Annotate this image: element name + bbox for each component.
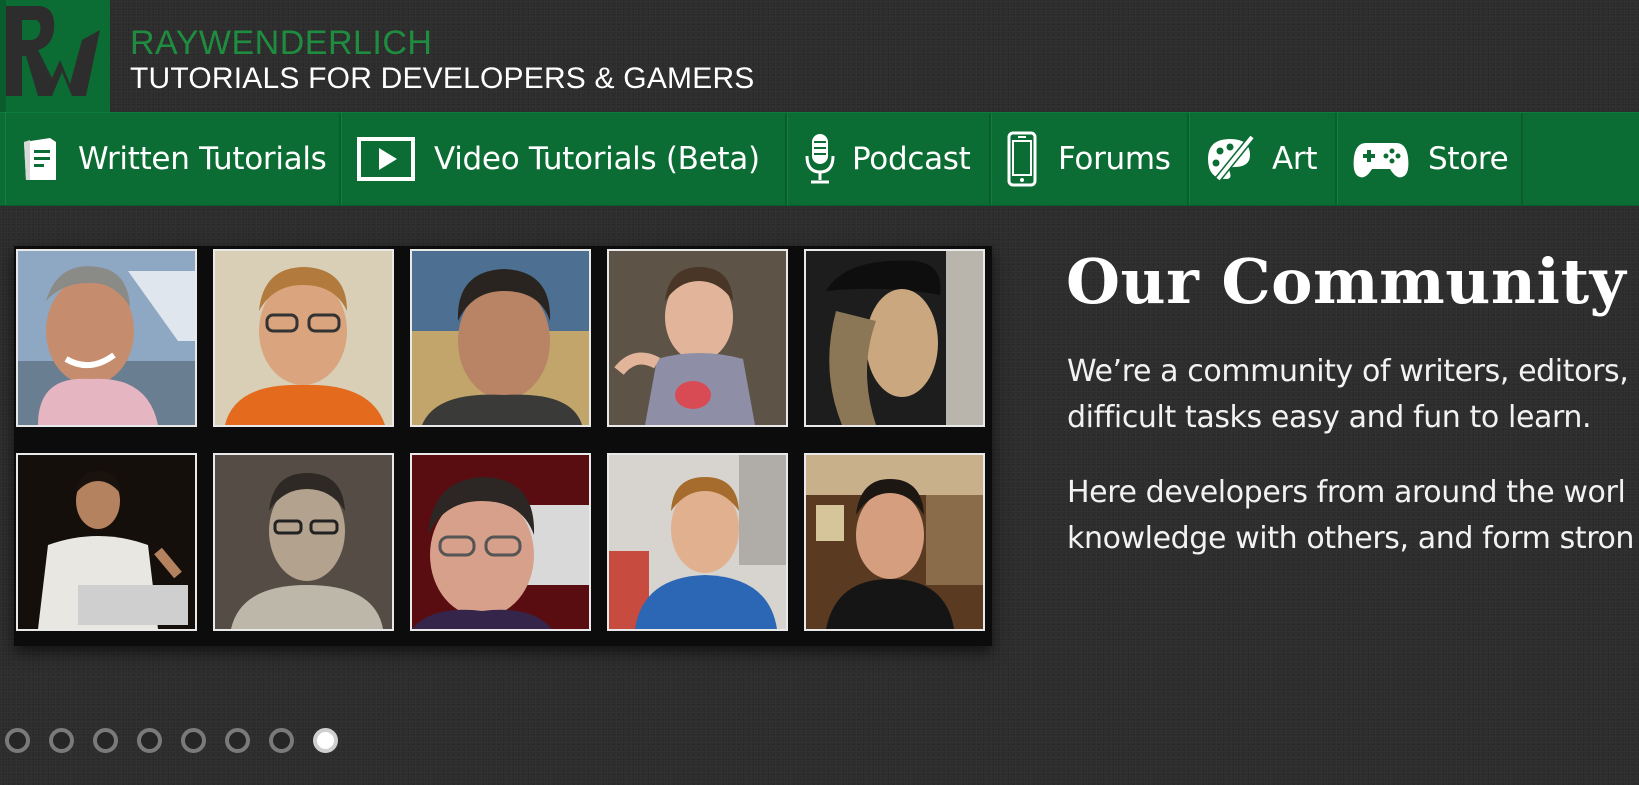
nav-label: Store (1428, 141, 1509, 177)
nav-item-podcast[interactable]: Podcast (787, 113, 991, 205)
community-paragraph-1-line-2: difficult tasks easy and fun to learn. (1067, 400, 1592, 435)
community-paragraph-2: Here developers from around the worl kno… (1067, 470, 1639, 562)
phone-icon (1006, 131, 1038, 187)
member-photo[interactable] (607, 453, 788, 631)
rw-logo-icon[interactable] (0, 0, 110, 114)
member-photo[interactable] (804, 453, 985, 631)
video-play-icon (356, 134, 416, 184)
community-paragraph-2-line-2: knowledge with others, and form stron (1067, 521, 1635, 556)
site-tagline: TUTORIALS FOR DEVELOPERS & GAMERS (130, 62, 755, 95)
carousel-pager (5, 728, 338, 753)
brand-name[interactable]: RAYWENDERLICH (130, 24, 432, 62)
member-photo[interactable] (16, 453, 197, 631)
nav-item-store[interactable]: Store (1337, 113, 1523, 205)
member-photo[interactable] (607, 249, 788, 427)
carousel-dot[interactable] (225, 728, 250, 753)
site-header: RAYWENDERLICH TUTORIALS FOR DEVELOPERS &… (0, 0, 1639, 114)
member-photo[interactable] (213, 453, 394, 631)
community-paragraph-2-line-1: Here developers from around the worl (1067, 475, 1626, 510)
nav-label: Podcast (852, 141, 971, 177)
nav-label: Video Tutorials (Beta) (434, 141, 760, 177)
carousel-dot[interactable] (5, 728, 30, 753)
nav-label: Written Tutorials (78, 141, 327, 177)
nav-item-art[interactable]: Art (1189, 113, 1337, 205)
carousel-dot[interactable] (49, 728, 74, 753)
carousel-dot[interactable] (269, 728, 294, 753)
member-photo[interactable] (410, 453, 591, 631)
community-paragraph-1-line-1: We’re a community of writers, editors, (1067, 354, 1629, 389)
nav-item-video-tutorials[interactable]: Video Tutorials (Beta) (341, 113, 787, 205)
carousel-dot[interactable] (181, 728, 206, 753)
nav-label: Forums (1058, 141, 1171, 177)
member-photo[interactable] (213, 249, 394, 427)
nav-item-written-tutorials[interactable]: Written Tutorials (5, 113, 341, 205)
paintbrush-palette-icon (1204, 134, 1256, 184)
carousel-dot[interactable] (137, 728, 162, 753)
gamepad-icon (1352, 134, 1410, 184)
member-photo[interactable] (16, 249, 197, 427)
microphone-icon (802, 134, 838, 184)
community-title: Our Community (1066, 245, 1627, 318)
member-photo[interactable] (804, 249, 985, 427)
community-paragraph-1: We’re a community of writers, editors, d… (1067, 349, 1639, 441)
carousel-dot[interactable] (313, 728, 338, 753)
nav-item-forums[interactable]: Forums (991, 113, 1189, 205)
community-photo-grid (14, 246, 992, 646)
main-nav: Written Tutorials Video Tutorials (Beta)… (0, 112, 1639, 206)
member-photo[interactable] (410, 249, 591, 427)
document-icon (20, 134, 60, 184)
nav-label: Art (1272, 141, 1318, 177)
carousel-dot[interactable] (93, 728, 118, 753)
